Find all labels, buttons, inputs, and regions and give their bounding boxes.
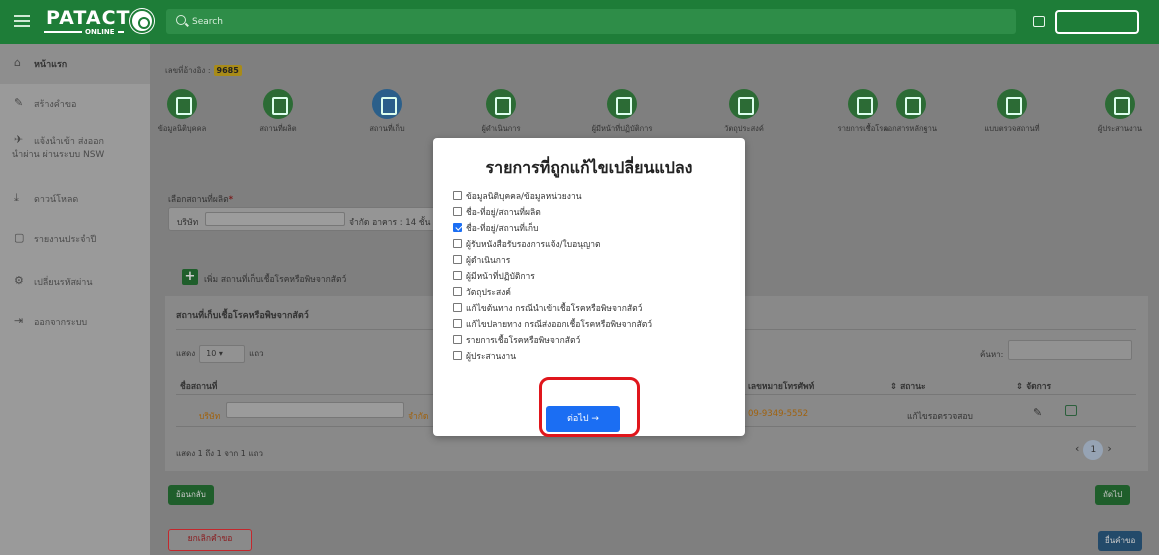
- checkbox[interactable]: [453, 319, 462, 328]
- checkbox[interactable]: [453, 335, 462, 344]
- sidebar-item-change-password[interactable]: ⚙ เปลี่ยนรหัสผ่าน: [0, 262, 150, 302]
- airplane-icon: ✈: [14, 133, 24, 146]
- table-search-input[interactable]: [1008, 340, 1132, 360]
- col-header-phone[interactable]: เลขหมายโทรศัพท์: [748, 379, 814, 393]
- step-site-inspection[interactable]: แบบตรวจสถานที่: [967, 89, 1057, 135]
- search-input[interactable]: [192, 13, 892, 30]
- highlight-annotation: [539, 377, 640, 437]
- view-icon[interactable]: [1065, 405, 1077, 416]
- col-header-manage[interactable]: ⇕ จัดการ: [1016, 379, 1051, 393]
- redacted-name: [226, 402, 404, 418]
- search-icon: [176, 15, 186, 25]
- step-production-site[interactable]: สถานที่ผลิต: [233, 89, 323, 135]
- table-title: สถานที่เก็บเชื้อโรคหรือพิษจากสัตว์: [176, 311, 309, 321]
- pagination: ‹ 1 ›: [1075, 440, 1112, 460]
- checkbox[interactable]: [453, 287, 462, 296]
- step-documents[interactable]: เอกสารหลักฐาน: [866, 89, 956, 135]
- prev-page-icon[interactable]: ‹: [1075, 442, 1079, 455]
- checkbox[interactable]: [453, 191, 462, 200]
- top-navbar: PATACT ONLINE: [0, 0, 1159, 44]
- sidebar: ⌂ หน้าแรก ✎ สร้างคำขอ ✈ แจ้งนำเข้า ส่งออ…: [0, 44, 150, 555]
- row-name-suffix: จำกัด: [408, 412, 429, 422]
- user-account-box[interactable]: [1055, 10, 1139, 34]
- checkbox-checked[interactable]: [453, 223, 462, 232]
- step-responsible-persons[interactable]: ผู้มีหน้าที่ปฏิบัติการ: [577, 89, 667, 135]
- home-icon: ⌂: [14, 56, 21, 69]
- page-length-select[interactable]: 10 ▾: [199, 345, 246, 363]
- checkbox[interactable]: [453, 351, 462, 360]
- pen-icon: ✎: [14, 96, 24, 109]
- file-icon: [896, 89, 926, 119]
- reference-number: เลขที่อ้างอิง :9685: [165, 64, 242, 77]
- reference-badge: 9685: [213, 65, 242, 76]
- search-bar[interactable]: [166, 9, 1016, 34]
- checkbox[interactable]: [453, 303, 462, 312]
- row-phone: 09-9349-5552: [748, 409, 809, 419]
- add-storage-site-label[interactable]: เพิ่ม สถานที่เก็บเชื้อโรคหรือพิษจากสัตว์: [204, 272, 346, 286]
- edit-pencil-icon[interactable]: ✎: [1033, 406, 1042, 419]
- table-info: แสดง 1 ถึง 1 จาก 1 แถว: [176, 449, 263, 458]
- next-button[interactable]: ถัดไป: [1095, 485, 1131, 505]
- step-operator[interactable]: ผู้ดำเนินการ: [456, 89, 546, 135]
- step-storage-site[interactable]: สถานที่เก็บ: [342, 89, 432, 135]
- col-header-status[interactable]: ⇕ สถานะ: [890, 379, 926, 393]
- check-square-icon: [167, 89, 197, 119]
- modal-title: รายการที่ถูกแก้ไขเปลี่ยนแปลง: [485, 158, 693, 177]
- gears-icon: ⚙: [14, 274, 24, 287]
- submit-request-button[interactable]: ยื่นคำขอ: [1098, 531, 1143, 551]
- col-header-name[interactable]: ชื่อสถานที่: [180, 379, 217, 393]
- next-page-icon[interactable]: ›: [1107, 442, 1111, 455]
- back-button[interactable]: ย้อนกลับ: [168, 485, 214, 505]
- user-icon: [486, 89, 516, 119]
- contact-icon: [1105, 89, 1135, 119]
- step-coordinator[interactable]: ผู้ประสานงาน: [1075, 89, 1159, 135]
- page-number[interactable]: 1: [1083, 440, 1104, 460]
- users-icon: [607, 89, 637, 119]
- row-status: แก้ไขรอตรวจสอบ: [907, 412, 973, 422]
- patact-logo[interactable]: PATACT ONLINE: [42, 7, 158, 37]
- sidebar-item-logout[interactable]: ⇥ ออกจากระบบ: [0, 302, 150, 342]
- download-icon: ⤓: [14, 191, 19, 204]
- hamburger-menu-icon[interactable]: [14, 15, 30, 27]
- building-icon: [263, 89, 293, 119]
- megaphone-icon: [729, 89, 759, 119]
- page-length-control: แสดง 10 ▾ แถว: [176, 345, 264, 363]
- sidebar-item-home[interactable]: ⌂ หน้าแรก: [0, 44, 150, 84]
- checkbox[interactable]: [453, 239, 462, 248]
- clipboard-icon: [997, 89, 1027, 119]
- checkbox[interactable]: [453, 207, 462, 216]
- checkbox[interactable]: [453, 271, 462, 280]
- logo-emblem-icon: [130, 9, 154, 33]
- sidebar-item-annual-report[interactable]: ▢ รายงานประจำปี: [0, 219, 150, 259]
- sidebar-item-import-export[interactable]: ✈ แจ้งนำเข้า ส่งออก นำผ่าน ผ่านระบบ NSW: [0, 124, 150, 176]
- production-site-label: เลือกสถานที่ผลิต*: [168, 195, 234, 205]
- row-name-prefix: บริษัท: [199, 412, 221, 422]
- sidebar-item-download[interactable]: ⤓ ดาวน์โหลด: [0, 179, 150, 219]
- sidebar-item-create-request[interactable]: ✎ สร้างคำขอ: [0, 84, 150, 124]
- step-purpose[interactable]: วัตถุประสงค์: [699, 89, 789, 135]
- cancel-request-button[interactable]: ยกเลิกคำขอ: [168, 529, 252, 551]
- redacted-field: [205, 212, 345, 226]
- document-icon: ▢: [14, 231, 25, 244]
- add-storage-site-button[interactable]: +: [182, 269, 198, 285]
- archive-icon: [372, 89, 402, 119]
- edit-profile-icon[interactable]: [1033, 16, 1045, 27]
- checkbox[interactable]: [453, 255, 462, 264]
- table-search-label: ค้นหา:: [980, 350, 1004, 359]
- step-company-info[interactable]: ข้อมูลนิติบุคคล: [137, 89, 227, 135]
- logout-icon: ⇥: [14, 314, 24, 327]
